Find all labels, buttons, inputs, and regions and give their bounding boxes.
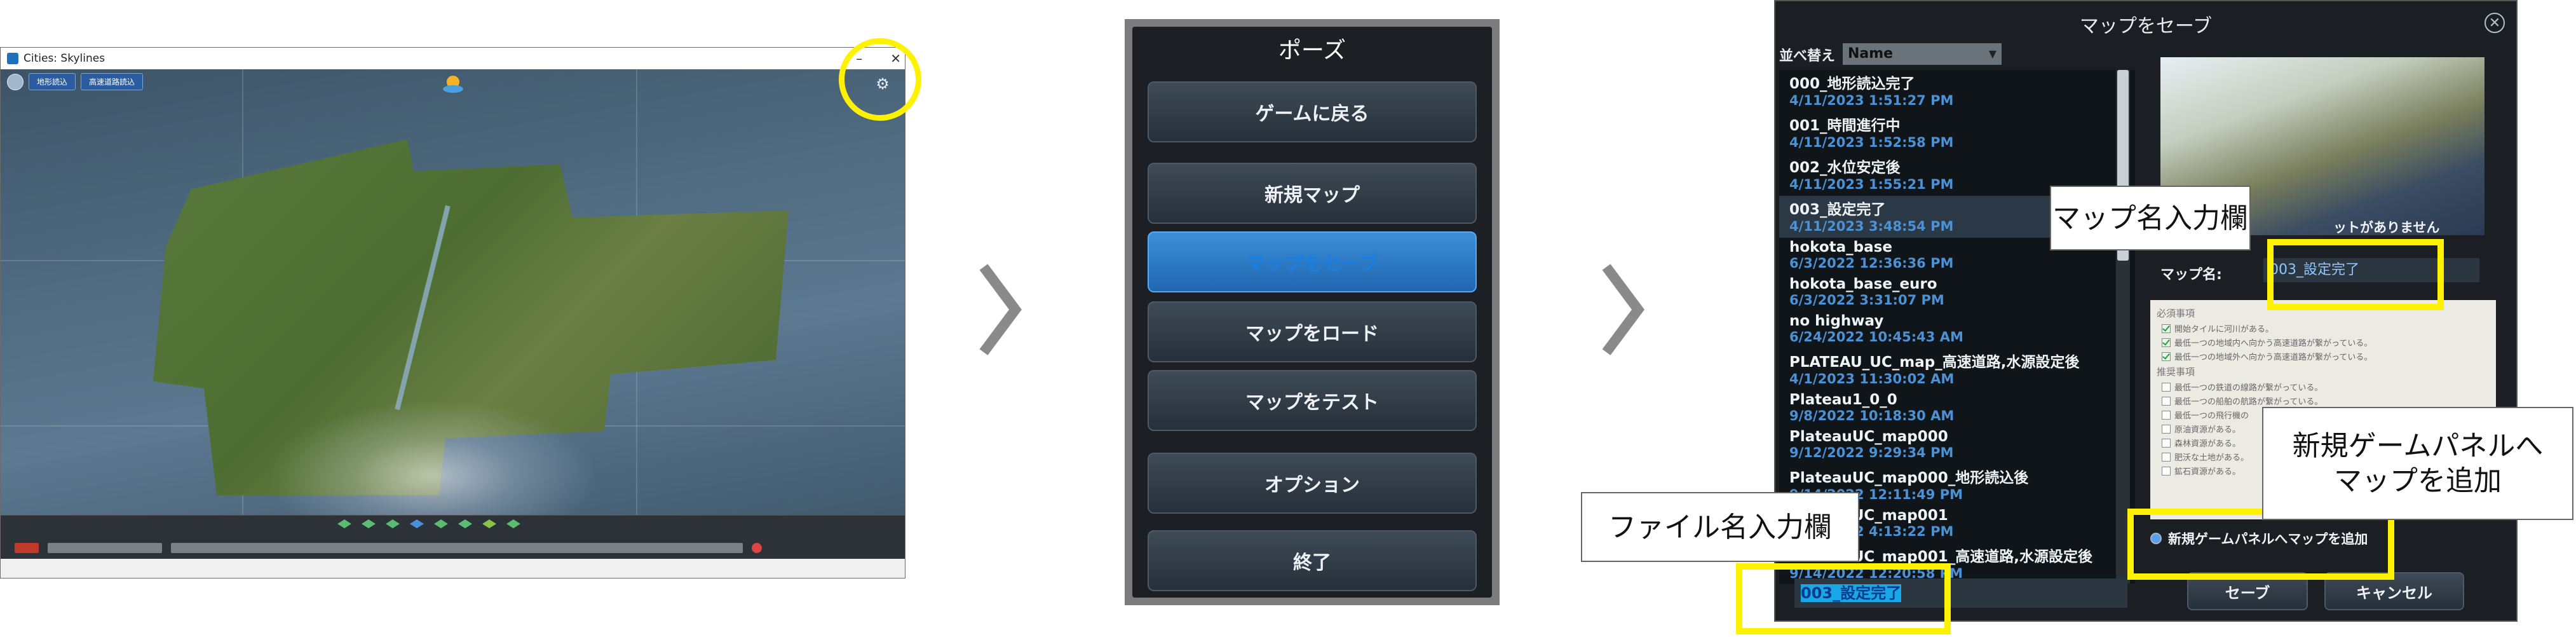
file-name-callout: ファイル名入力欄 (1581, 492, 1859, 562)
end-icon[interactable] (752, 543, 762, 553)
terrain-import-tab[interactable]: 地形読込 (29, 73, 76, 90)
file-name: 000_地形読込完了 (1789, 76, 1915, 92)
map-name-highlight (2267, 239, 2444, 310)
tool-icon[interactable] (337, 519, 351, 528)
status-bar (171, 543, 743, 553)
tool-icon[interactable] (506, 519, 520, 528)
check-item: 原油資源がある。 (2174, 425, 2241, 435)
file-date: 6/3/2022 12:36:36 PM (1789, 256, 1954, 271)
checkbox (2162, 396, 2171, 406)
status-indicator (15, 543, 39, 553)
check-item: 最低一つの鉄道の線路が繋がっている。 (2174, 383, 2323, 393)
check-item: 開始タイルに河川がある。 (2174, 325, 2274, 334)
new-map-button[interactable]: 新規マップ (1148, 163, 1477, 224)
file-name: 002_水位安定後 (1789, 160, 1901, 176)
load-map-button[interactable]: マップをロード (1148, 301, 1477, 362)
checkbox (2162, 452, 2171, 462)
scrollbar[interactable] (2116, 70, 2130, 584)
check-item: 森林資源がある。 (2174, 439, 2241, 449)
add-panel-callout: 新規ゲームパネルへ マップを追加 (2262, 407, 2573, 520)
file-date: 6/3/2022 3:31:07 PM (1789, 292, 1944, 308)
close-icon[interactable]: ✕ (2484, 13, 2505, 33)
file-name: PLATEAU_UC_map_高速道路,水源設定後 (1789, 354, 2080, 371)
window-titlebar: Cities: Skylines – ✕ (1, 48, 905, 69)
file-date: 4/11/2023 1:52:58 PM (1789, 135, 1954, 150)
list-item[interactable]: 000_地形読込完了 4/11/2023 1:51:27 PM (1779, 70, 2097, 112)
pause-menu: ポーズ ゲームに戻る 新規マップ マップをセーブ マップをロード マップをテスト… (1125, 19, 1500, 605)
status-bar (48, 543, 162, 553)
list-item[interactable]: hokota_base_euro 6/3/2022 3:31:07 PM (1779, 275, 2097, 312)
file-name: PlateauUC_map000_地形読込後 (1789, 470, 2029, 486)
checkbox (2162, 438, 2171, 448)
check-item: 鉱石資源がある。 (2174, 467, 2241, 477)
file-date: 6/24/2022 10:45:43 AM (1789, 329, 1963, 345)
save-map-button[interactable]: マップをセーブ (1148, 231, 1477, 292)
highway-import-tab[interactable]: 高速道路読込 (81, 73, 144, 90)
file-date: 4/1/2023 11:30:02 AM (1789, 371, 1955, 387)
map-name-callout: マップ名入力欄 (2050, 186, 2251, 250)
check-item: 最低一つの飛行機の (2174, 411, 2249, 421)
file-name: Plateau1_0_0 (1789, 392, 1897, 408)
chevron-right-icon (977, 262, 1022, 357)
checkbox-checked (2162, 352, 2171, 361)
list-item[interactable]: PlateauUC_map000 9/12/2022 9:29:34 PM (1779, 427, 2097, 464)
window-title: Cities: Skylines (24, 52, 105, 65)
file-date: 9/8/2022 10:18:30 AM (1789, 408, 1955, 423)
list-item-selected[interactable]: 003_設定完了 4/11/2023 3:48:54 PM (1779, 196, 2097, 238)
quit-button[interactable]: 終了 (1148, 530, 1477, 591)
game-viewport[interactable]: 地形読込 高速道路読込 ⚙ (1, 69, 905, 559)
list-item[interactable]: Plateau1_0_0 9/8/2022 10:18:30 AM (1779, 390, 2097, 427)
list-item[interactable]: hokota_base 6/3/2022 12:36:36 PM (1779, 238, 2097, 275)
options-button[interactable]: オプション (1148, 453, 1477, 514)
check-item: 肥沃な土地がある。 (2174, 453, 2249, 463)
file-name: PlateauUC_map000 (1789, 428, 1948, 445)
weather-icon[interactable] (439, 73, 467, 95)
file-date: 9/12/2022 9:29:34 PM (1789, 445, 1954, 460)
gear-highlight-ring (839, 38, 921, 121)
map-name-label: マップ名: (2160, 267, 2222, 283)
no-asset-text: ットがありません (2333, 220, 2440, 235)
chevron-right-icon (1600, 262, 1644, 357)
checkbox-checked (2162, 338, 2171, 347)
tool-icon[interactable] (362, 519, 376, 528)
bottom-toolbar (1, 515, 905, 559)
list-item[interactable]: 001_時間進行中 4/11/2023 1:52:58 PM (1779, 112, 2097, 154)
sort-dropdown[interactable]: Name ▼ (1843, 43, 2002, 65)
sort-value: Name (1848, 46, 1894, 62)
resume-game-button[interactable]: ゲームに戻る (1148, 81, 1477, 142)
tool-icon[interactable] (434, 519, 448, 528)
chevron-down-icon: ▼ (1988, 48, 1996, 60)
checkbox (2162, 410, 2171, 420)
file-name: hokota_base_euro (1789, 276, 1937, 292)
globe-icon[interactable] (7, 73, 24, 90)
checkbox (2162, 466, 2171, 476)
list-item[interactable]: no highway 6/24/2022 10:45:43 AM (1779, 312, 2097, 348)
check-item: 最低一つの船舶の航路が繋がっている。 (2174, 397, 2323, 407)
game-window: Cities: Skylines – ✕ 地形読込 高速道路読込 ⚙ (0, 47, 905, 579)
checkbox (2162, 424, 2171, 434)
list-item[interactable]: PLATEAU_UC_map_高速道路,水源設定後 4/1/2023 11:30:… (1779, 348, 2097, 390)
file-name: 001_時間進行中 (1789, 118, 1901, 134)
check-item: 最低一つの地域内へ向かう高速道路が繋がっている。 (2174, 339, 2373, 348)
checkbox (2162, 382, 2171, 392)
checkbox-checked (2162, 324, 2171, 333)
file-name: no highway (1789, 313, 1884, 329)
recommended-heading: 推奨事項 (2157, 366, 2195, 378)
dialog-title: マップをセーブ (2079, 15, 2213, 38)
tool-icon[interactable] (410, 519, 424, 528)
test-map-button[interactable]: マップをテスト (1148, 370, 1477, 431)
tool-icon[interactable] (482, 519, 496, 528)
list-item[interactable]: 002_水位安定後 4/11/2023 1:55:21 PM (1779, 154, 2097, 196)
pause-title: ポーズ (1278, 38, 1346, 64)
check-item: 最低一つの地域外へ向かう高速道路が繋がっている。 (2174, 353, 2373, 362)
app-icon (7, 53, 18, 64)
file-date: 4/11/2023 1:51:27 PM (1789, 93, 1954, 108)
sort-label: 並べ替え (1779, 48, 1836, 64)
file-name-highlight (1736, 563, 1951, 634)
tool-icon[interactable] (458, 519, 472, 528)
tool-icon[interactable] (386, 519, 400, 528)
